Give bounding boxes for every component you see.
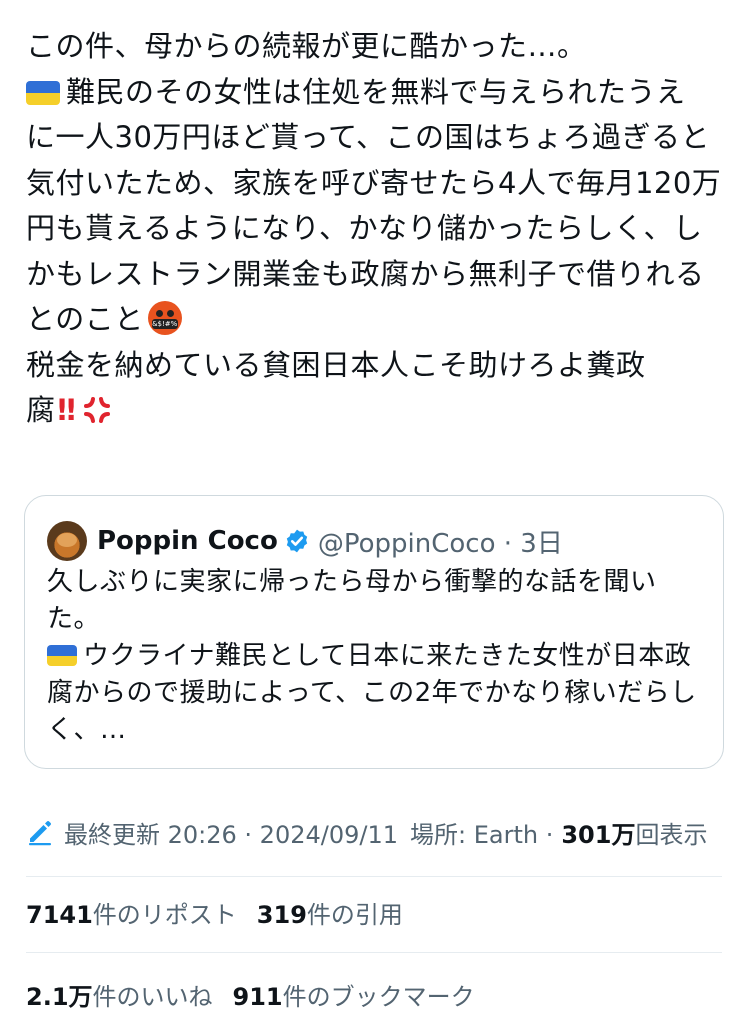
quoted-tweet-card[interactable]: Poppin Coco @PoppinCoco · 3日 久しぶりに実家に帰った…	[24, 495, 724, 769]
quote-line-text: ウクライナ難民として日本に来たきた女性が日本政	[83, 641, 692, 671]
quotes-link[interactable]: 319件の引用	[257, 895, 403, 930]
quote-line: く、…	[47, 715, 127, 745]
avatar[interactable]	[47, 521, 87, 561]
tweet-line-text: とのこと	[26, 302, 144, 336]
location-label: 場所: Earth ·	[410, 820, 554, 849]
quoted-tweet-header: Poppin Coco @PoppinCoco · 3日	[47, 521, 563, 561]
quote-line: 腐からので援助によって、この2年でかなり稼いだらし	[47, 678, 697, 708]
tweet-metadata: 最終更新 20:26 · 2024/09/11 場所: Earth · 301万…	[26, 812, 707, 852]
view-count: 301万	[561, 820, 636, 849]
tweet-line: 気付いたため、家族を呼び寄せたら4人で毎月120万	[26, 165, 722, 200]
tweet-line: 円も貰えるようになり、かなり儲かったらしく、し	[26, 211, 703, 245]
quoted-author-handle[interactable]: @PoppinCoco · 3日	[318, 523, 563, 560]
verified-badge-icon	[286, 529, 308, 553]
quoted-tweet-text: 久しぶりに実家に帰ったら母から衝撃的な話を聞い た。 ウクライナ難民として日本に…	[47, 564, 707, 749]
double-exclamation-icon: ‼	[57, 393, 76, 427]
tweet-line: この件、母からの続報が更に酷かった…。	[26, 29, 587, 63]
like-bookmark-stats: 2.1万件のいいね 911件のブックマーク	[26, 974, 475, 1014]
divider	[26, 876, 722, 877]
bookmarks-link[interactable]: 911件のブックマーク	[233, 977, 475, 1012]
view-count-label: 回表示	[635, 820, 708, 849]
quote-line: 久しぶりに実家に帰ったら母から衝撃的な話を聞い	[47, 567, 657, 597]
repost-quote-stats: 7141件のリポスト 319件の引用	[26, 892, 403, 932]
quoted-author-name[interactable]: Poppin Coco	[97, 526, 278, 556]
tweet-line: とのこと &$!#%	[26, 297, 726, 343]
likes-link[interactable]: 2.1万件のいいね	[26, 977, 213, 1012]
pencil-icon	[29, 821, 51, 846]
tweet-text: この件、母からの続報が更に酷かった…。 難民のその女性は住処を無料で与えられたう…	[26, 24, 726, 434]
tweet-line: 難民のその女性は住処を無料で与えられたうえ	[26, 70, 726, 116]
quote-line: た。	[47, 604, 101, 634]
quote-line: ウクライナ難民として日本に来たきた女性が日本政	[47, 638, 707, 675]
last-edited-timestamp[interactable]: 最終更新 20:26 · 2024/09/11	[64, 815, 398, 850]
divider	[26, 952, 722, 953]
face-with-symbols-icon: &$!#%	[147, 301, 182, 335]
tweet-line: 税金を納めている貧困日本人こそ助けろよ糞政	[26, 347, 646, 382]
reposts-link[interactable]: 7141件のリポスト	[26, 895, 237, 930]
tweet-line-text: 難民のその女性は住処を無料で与えられたうえ	[66, 74, 686, 109]
ukraine-flag-icon	[47, 645, 77, 666]
tweet-line: に一人30万円ほど貰って、この国はちょろ過ぎると	[26, 120, 711, 154]
anger-symbol-icon	[83, 397, 110, 423]
tweet-line-text: 腐	[26, 393, 56, 427]
tweet-line: 腐‼	[26, 388, 726, 434]
tweet-line: かもレストラン開業金も政腐から無利子で借りれる	[26, 256, 705, 291]
ukraine-flag-icon	[26, 80, 60, 105]
